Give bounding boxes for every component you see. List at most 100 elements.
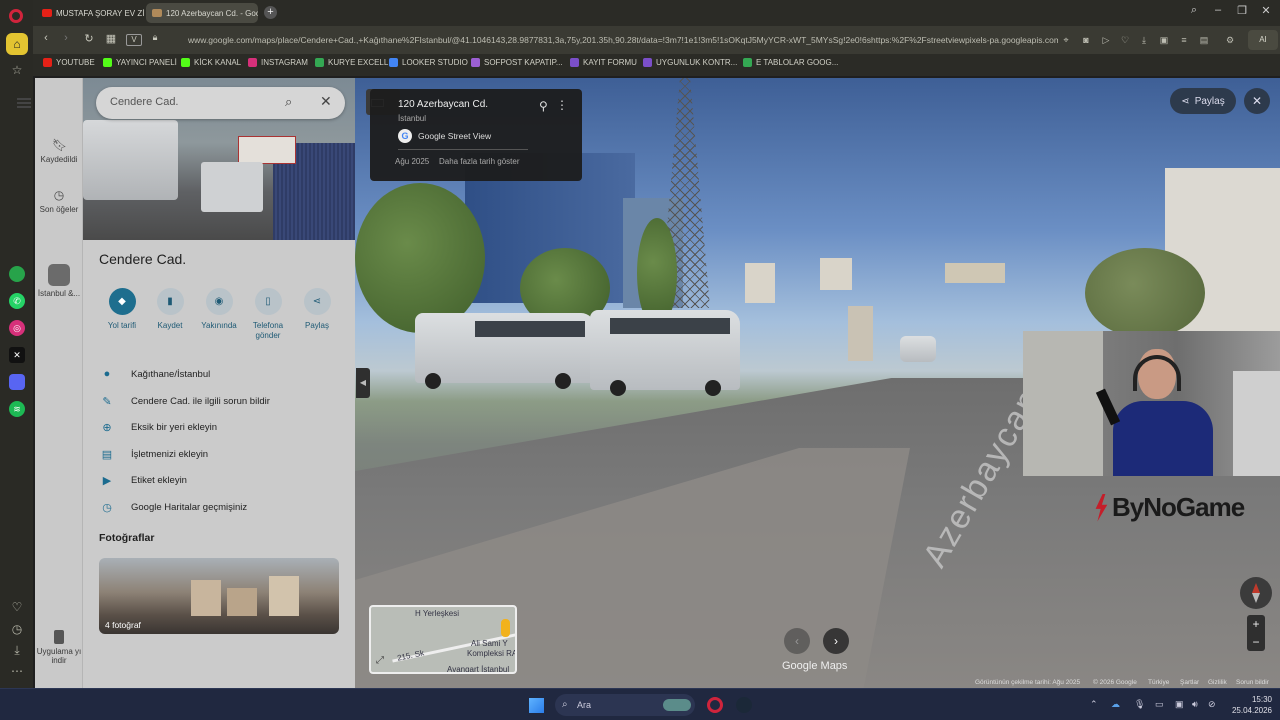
bookmark-item[interactable]: INSTAGRAM — [248, 58, 308, 67]
recent-button[interactable]: ◷ Son öğeler — [35, 188, 83, 214]
notification-icon[interactable]: ⊘ — [1208, 699, 1216, 710]
play-icon[interactable]: ▷ — [1100, 34, 1112, 46]
ai-button[interactable]: AI — [1248, 30, 1278, 50]
zoom-control[interactable]: + − — [1247, 615, 1265, 651]
save-button[interactable]: ▮ Kaydet — [147, 288, 193, 331]
heart-icon[interactable]: ♡ — [8, 598, 26, 616]
pegman-icon[interactable] — [501, 619, 510, 637]
recent-place-istanbul[interactable]: İstanbul &... — [35, 264, 83, 298]
report-link[interactable]: Sorun bildir — [1236, 679, 1269, 686]
send-to-phone-button[interactable]: ▯ Telefona gönder — [245, 288, 291, 341]
mic-tray-icon[interactable]: 🎙︎ — [1134, 699, 1145, 710]
opera-logo-icon[interactable] — [9, 9, 23, 23]
saved-button[interactable]: 🔖︎ Kaydedildi — [35, 138, 83, 164]
clock[interactable]: 15:30 25.04.2026 — [1228, 694, 1272, 716]
directions-button[interactable]: ◆ Yol tarifi — [99, 288, 145, 331]
tab-maps[interactable]: 120 Azerbaycan Cd. - Goo ✕ — [146, 3, 258, 23]
history-icon[interactable]: ◷ — [8, 620, 26, 638]
collapse-panel-button[interactable]: ◀ — [356, 368, 370, 398]
tab-youtube[interactable]: MUSTAFA ŞORAY EV ZİYAR — [36, 3, 144, 23]
heart-outline-icon[interactable]: ♡ — [1119, 34, 1131, 46]
more-options-icon[interactable]: ⋮ — [556, 98, 568, 112]
vpn-icon[interactable]: V — [126, 34, 142, 46]
menu-lines-icon[interactable]: ≡ — [1178, 34, 1190, 46]
reload-icon[interactable]: ↻ — [81, 32, 97, 45]
spotify-icon[interactable]: ≋ — [9, 401, 25, 417]
bookmark-item[interactable]: LOOKER STUDIO — [389, 58, 468, 67]
terms-link[interactable]: Şartlar — [1180, 679, 1199, 686]
more-icon[interactable]: ⋯ — [8, 662, 26, 680]
forward-icon[interactable]: › — [58, 32, 74, 44]
nearby-button[interactable]: ◉ Yakınında — [196, 288, 242, 331]
new-tab-button[interactable]: + — [264, 6, 277, 19]
search-icon[interactable]: ⌕ — [285, 94, 292, 110]
address-bar: ‹ › ↻ ▦ V 🔒︎ www.google.com/maps/place/C… — [33, 26, 1280, 54]
next-arrow[interactable]: › — [823, 628, 849, 654]
privacy-link[interactable]: Gizlilik — [1208, 679, 1227, 686]
share-button[interactable]: ⋖ Paylaş — [1170, 88, 1236, 114]
windows-start-icon[interactable] — [529, 698, 544, 713]
star-icon[interactable]: ☆ — [8, 61, 26, 79]
bookmark-item[interactable]: E TABLOLAR GOOG... — [743, 58, 838, 67]
whatsapp-icon[interactable]: ✆ — [9, 293, 25, 309]
messenger-icon[interactable] — [9, 266, 25, 282]
search-input[interactable]: Cendere Cad. ⌕ ✕ — [96, 87, 345, 119]
onedrive-icon[interactable]: ☁ — [1111, 699, 1120, 710]
bookmark-item[interactable]: YAYINCI PANELİ — [103, 58, 177, 67]
instagram-icon[interactable]: ◎ — [9, 320, 25, 336]
close-streetview-button[interactable]: ✕ — [1244, 88, 1270, 114]
search-tabs-icon[interactable]: ⌕ — [1186, 4, 1202, 17]
bookmark-item[interactable]: YOUTUBE — [43, 58, 95, 67]
add-missing-place-row[interactable]: ⊕ Eksik bir yeri ekleyin — [99, 418, 217, 436]
usb-icon[interactable]: ▭ — [1155, 699, 1164, 710]
close-icon[interactable]: ✕ — [320, 93, 332, 110]
back-icon[interactable]: ‹ — [38, 32, 54, 44]
add-business-row[interactable]: ▤ İşletmenizi ekleyin — [99, 445, 208, 463]
x-icon[interactable]: ✕ — [9, 347, 25, 363]
bookmark-item[interactable]: KİCK KANAL — [181, 58, 241, 67]
snapshot-icon[interactable]: ▣ — [1158, 34, 1170, 46]
region-link[interactable]: Türkiye — [1148, 679, 1169, 686]
zoom-in-button[interactable]: + — [1247, 615, 1265, 633]
report-issue-row[interactable]: ✎ Cendere Cad. ile ilgili sorun bildir — [99, 392, 269, 410]
compass-icon[interactable] — [1240, 577, 1272, 609]
install-app-button[interactable]: Uygulama yı indir — [35, 630, 83, 665]
label-icon: ▶ — [102, 474, 112, 487]
expand-icon[interactable]: ⤢ — [376, 655, 384, 666]
previous-arrow[interactable]: ‹ — [784, 628, 810, 654]
url-field[interactable]: www.google.com/maps/place/Cendere+Cad.,+… — [188, 31, 1058, 49]
share-button[interactable]: ⋖ Paylaş — [294, 288, 340, 331]
extension-icon[interactable]: ▤ — [1198, 34, 1210, 46]
bookmark-item[interactable]: KAYIT FORMU — [570, 58, 637, 67]
volume-icon[interactable]: 🔊︎ — [1192, 699, 1198, 710]
minimap[interactable]: H Yerleşkesi Ali Sami Y Kompleksi RAM 21… — [369, 605, 517, 674]
photos-card[interactable]: 4 fotoğraf — [99, 558, 339, 634]
download-icon[interactable]: ⤓ — [8, 641, 26, 659]
add-label-row[interactable]: ▶ Etiket ekleyin — [99, 471, 187, 489]
download-tool-icon[interactable]: ⤓ — [1138, 34, 1150, 46]
zoom-out-button[interactable]: − — [1247, 633, 1265, 651]
taskbar-search[interactable]: ⌕ Ara — [555, 694, 695, 716]
bookmark-item[interactable]: UYGUNLUK KONTR... — [643, 58, 737, 67]
more-dates-link[interactable]: Daha fazla tarih göster — [439, 157, 520, 166]
tab-grid-icon[interactable]: ▦ — [103, 32, 119, 45]
close-window-button[interactable]: ✕ — [1258, 4, 1274, 17]
minimize-button[interactable]: – — [1210, 4, 1226, 16]
maximize-button[interactable]: ❐ — [1234, 4, 1250, 17]
bookmark-item[interactable]: KURYE EXCELL — [315, 58, 388, 67]
maps-history-row[interactable]: ◷ Google Haritalar geçmişiniz — [99, 498, 247, 516]
sv-address: 120 Azerbaycan Cd. — [398, 99, 489, 110]
bookmark-item[interactable]: SOFPOST KAPATIP... — [471, 58, 563, 67]
home-icon[interactable]: ⌂ — [6, 33, 28, 55]
address-row[interactable]: ● Kağıthane/İstanbul — [99, 365, 211, 383]
steam-icon[interactable] — [736, 697, 752, 713]
location-icon[interactable]: ⌖ — [1060, 34, 1072, 46]
pin-icon[interactable]: ⚲ — [539, 99, 548, 113]
camera-icon[interactable]: ◙ — [1080, 34, 1092, 46]
menu-icon[interactable] — [17, 98, 31, 108]
discord-icon[interactable] — [9, 374, 25, 390]
tray-chevron-icon[interactable]: ⌃ — [1090, 699, 1098, 710]
settings-icon[interactable]: ⚙ — [1224, 34, 1236, 46]
opera-taskbar-icon[interactable] — [707, 697, 723, 713]
network-icon[interactable]: ▣ — [1175, 699, 1184, 710]
